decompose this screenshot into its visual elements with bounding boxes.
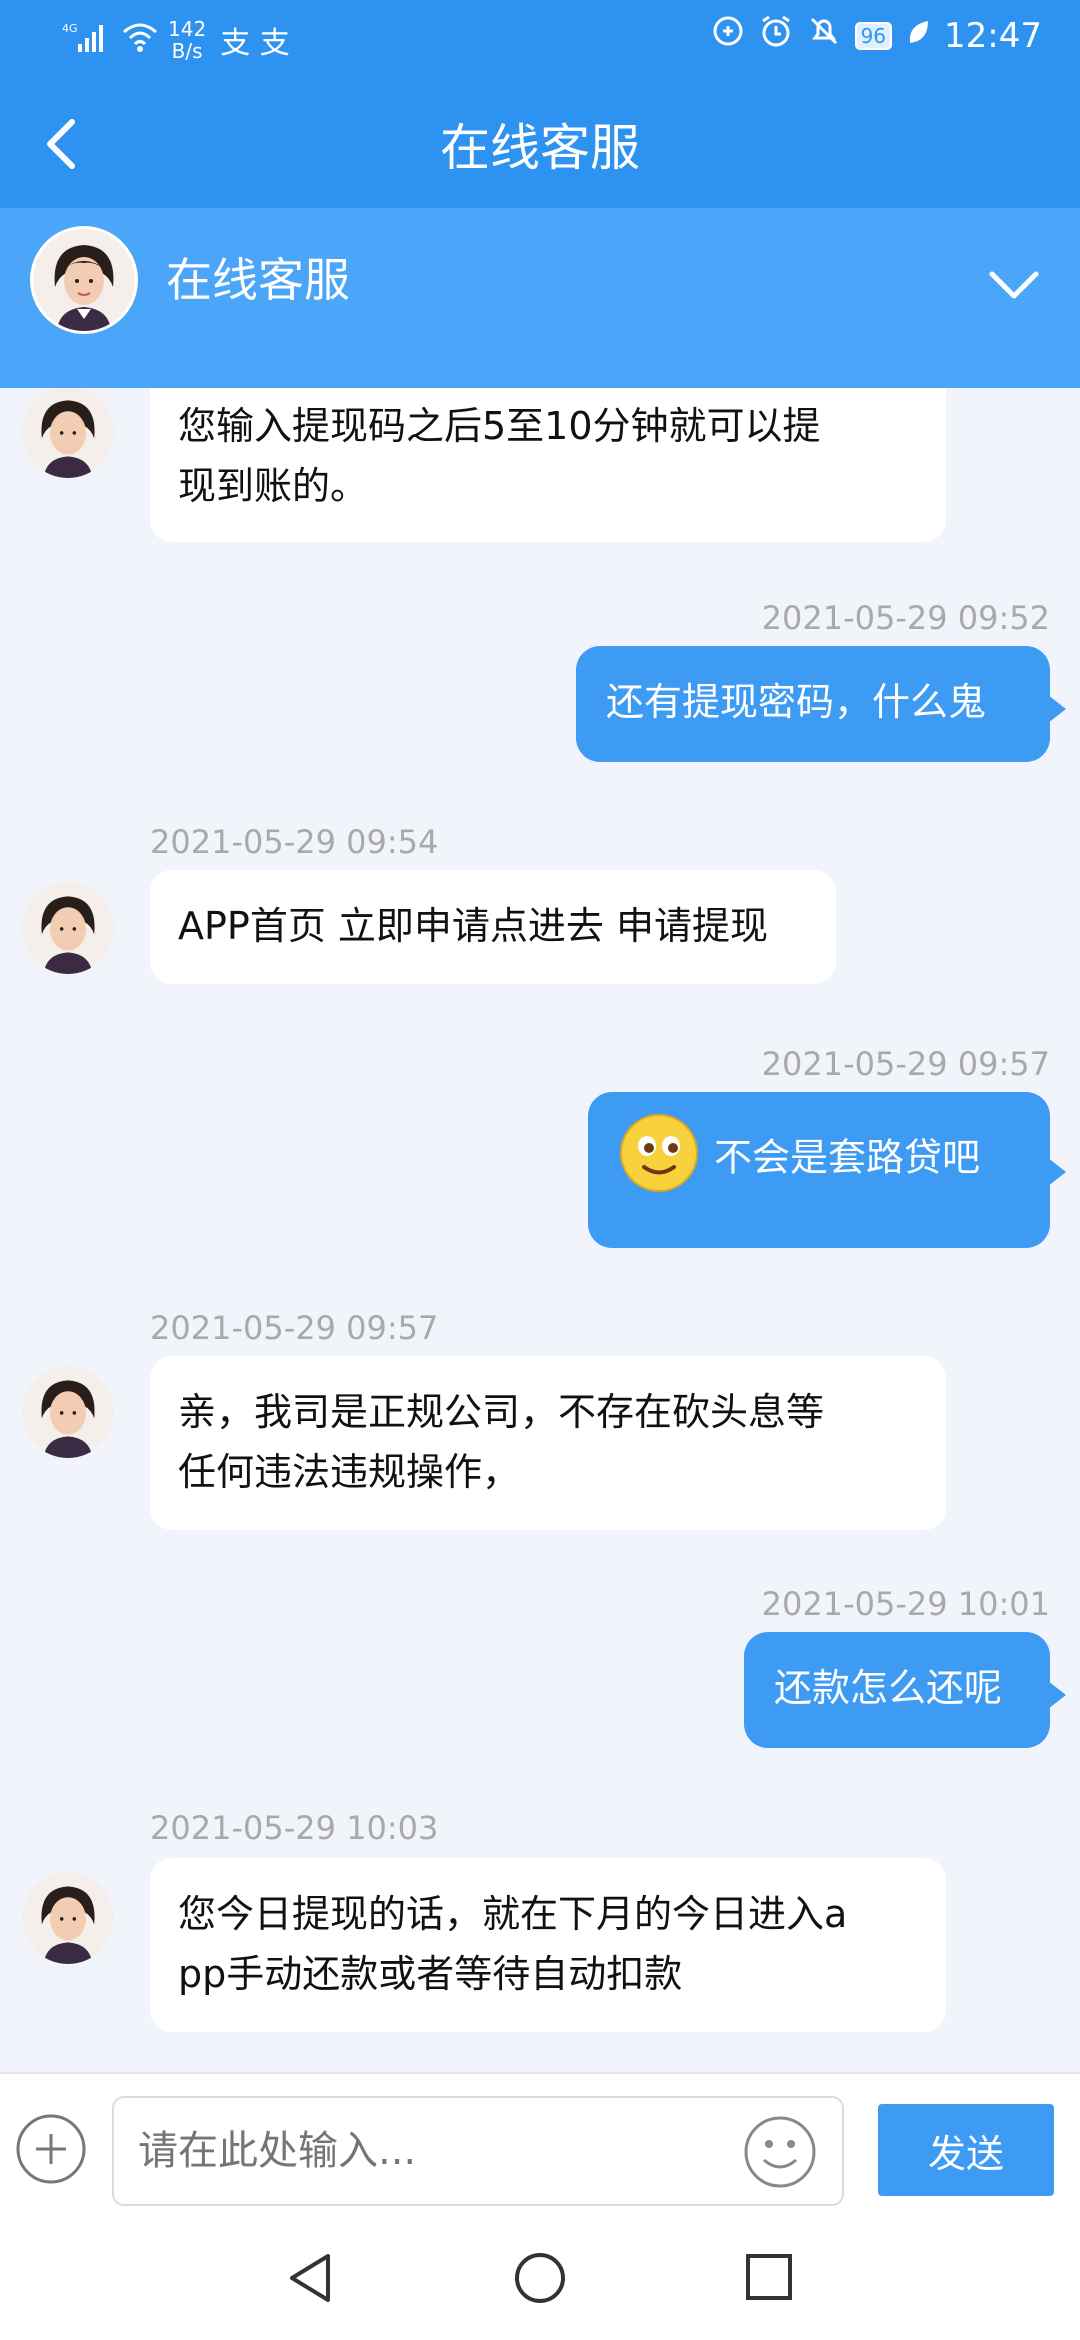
agent-avatar (30, 226, 138, 334)
title-bar: 在线客服 (0, 80, 1080, 208)
system-navigation-bar (0, 2220, 1080, 2340)
agent-message-avatar (22, 388, 114, 478)
message-line: 现到账的。 (178, 464, 369, 508)
send-button[interactable]: 发送 (878, 2104, 1054, 2196)
message-timestamp: 2021-05-29 10:01 (761, 1585, 1050, 1623)
message-line: 您输入提现码之后5至10分钟就可以提 (178, 404, 821, 448)
message-timestamp: 2021-05-29 09:54 (150, 823, 439, 861)
status-right: 96 12:47 (711, 14, 1042, 57)
message-timestamp: 2021-05-29 10:03 (150, 1809, 439, 1847)
message-input[interactable] (112, 2096, 844, 2206)
signal-icon: 4G (62, 20, 112, 60)
smiley-emoji-icon (620, 1114, 698, 1192)
triangle-back-icon[interactable] (282, 2248, 338, 2308)
network-type: 4G (62, 22, 78, 35)
speed-value: 142 (168, 17, 207, 41)
message-line: APP首页 立即申请点进去 申请提现 (178, 904, 768, 948)
agent-header[interactable]: 在线客服 (0, 208, 1080, 388)
agent-message-bubble: 您今日提现的话，就在下月的今日进入a pp手动还款或者等待自动扣款 (150, 1858, 946, 2032)
message-timestamp: 2021-05-29 09:57 (150, 1309, 439, 1347)
chat-message-list[interactable]: 您输入提现码之后5至10分钟就可以提 现到账的。 2021-05-29 09:5… (0, 388, 1080, 2072)
user-message-bubble: 还有提现密码，什么鬼 (576, 646, 1066, 762)
status-left: 4G 142 B/s 支 支 (62, 18, 290, 62)
chevron-down-icon[interactable] (988, 268, 1040, 302)
smiley-face-icon[interactable] (742, 2114, 818, 2190)
page-title: 在线客服 (440, 119, 640, 177)
mute-bell-icon (807, 14, 841, 57)
agent-portrait-icon (22, 388, 114, 478)
message-timestamp: 2021-05-29 09:52 (761, 599, 1050, 637)
wifi-icon (120, 20, 160, 60)
agent-message-bubble: 您输入提现码之后5至10分钟就可以提 现到账的。 (150, 388, 946, 542)
plus-circle-icon[interactable] (14, 2112, 88, 2186)
message-line: 亲，我司是正规公司，不存在砍头息等 (178, 1390, 825, 1434)
message-line: 不会是套路贷吧 (714, 1135, 981, 1180)
chat-input-bar: 发送 (0, 2072, 1080, 2220)
alarm-icon (759, 14, 793, 57)
agent-portrait-icon (22, 882, 114, 974)
app-notification-icons: 支 支 (220, 26, 290, 61)
circle-home-icon[interactable] (512, 2250, 568, 2306)
message-line: 还有提现密码，什么鬼 (606, 680, 987, 724)
agent-portrait-icon (22, 1366, 114, 1458)
square-recent-icon[interactable] (742, 2250, 796, 2304)
agent-message-avatar (22, 882, 114, 974)
message-line: 任何违法违规操作， (178, 1450, 521, 1494)
user-message-bubble: 还款怎么还呢 (744, 1632, 1066, 1748)
battery-indicator: 96 (854, 21, 893, 50)
user-message-bubble: 不会是套路贷吧 (588, 1092, 1066, 1248)
agent-name: 在线客服 (166, 253, 350, 307)
speed-unit: B/s (171, 39, 203, 63)
network-speed: 142 B/s (168, 18, 206, 62)
agent-message-bubble: APP首页 立即申请点进去 申请提现 (150, 870, 836, 984)
agent-message-bubble: 亲，我司是正规公司，不存在砍头息等 任何违法违规操作， (150, 1356, 946, 1530)
agent-portrait-icon (22, 1872, 114, 1964)
message-line: pp手动还款或者等待自动扣款 (178, 1952, 683, 1996)
message-line: 还款怎么还呢 (774, 1666, 1003, 1710)
agent-portrait-icon (33, 229, 135, 331)
clock-time: 12:47 (944, 15, 1042, 56)
agent-message-avatar (22, 1366, 114, 1458)
status-bar: 4G 142 B/s 支 支 96 12:47 (0, 0, 1080, 80)
agent-message-avatar (22, 1872, 114, 1964)
leaf-icon (906, 16, 930, 56)
message-timestamp: 2021-05-29 09:57 (761, 1045, 1050, 1083)
data-saver-icon (711, 14, 745, 57)
message-line: 您今日提现的话，就在下月的今日进入a (178, 1892, 848, 1936)
